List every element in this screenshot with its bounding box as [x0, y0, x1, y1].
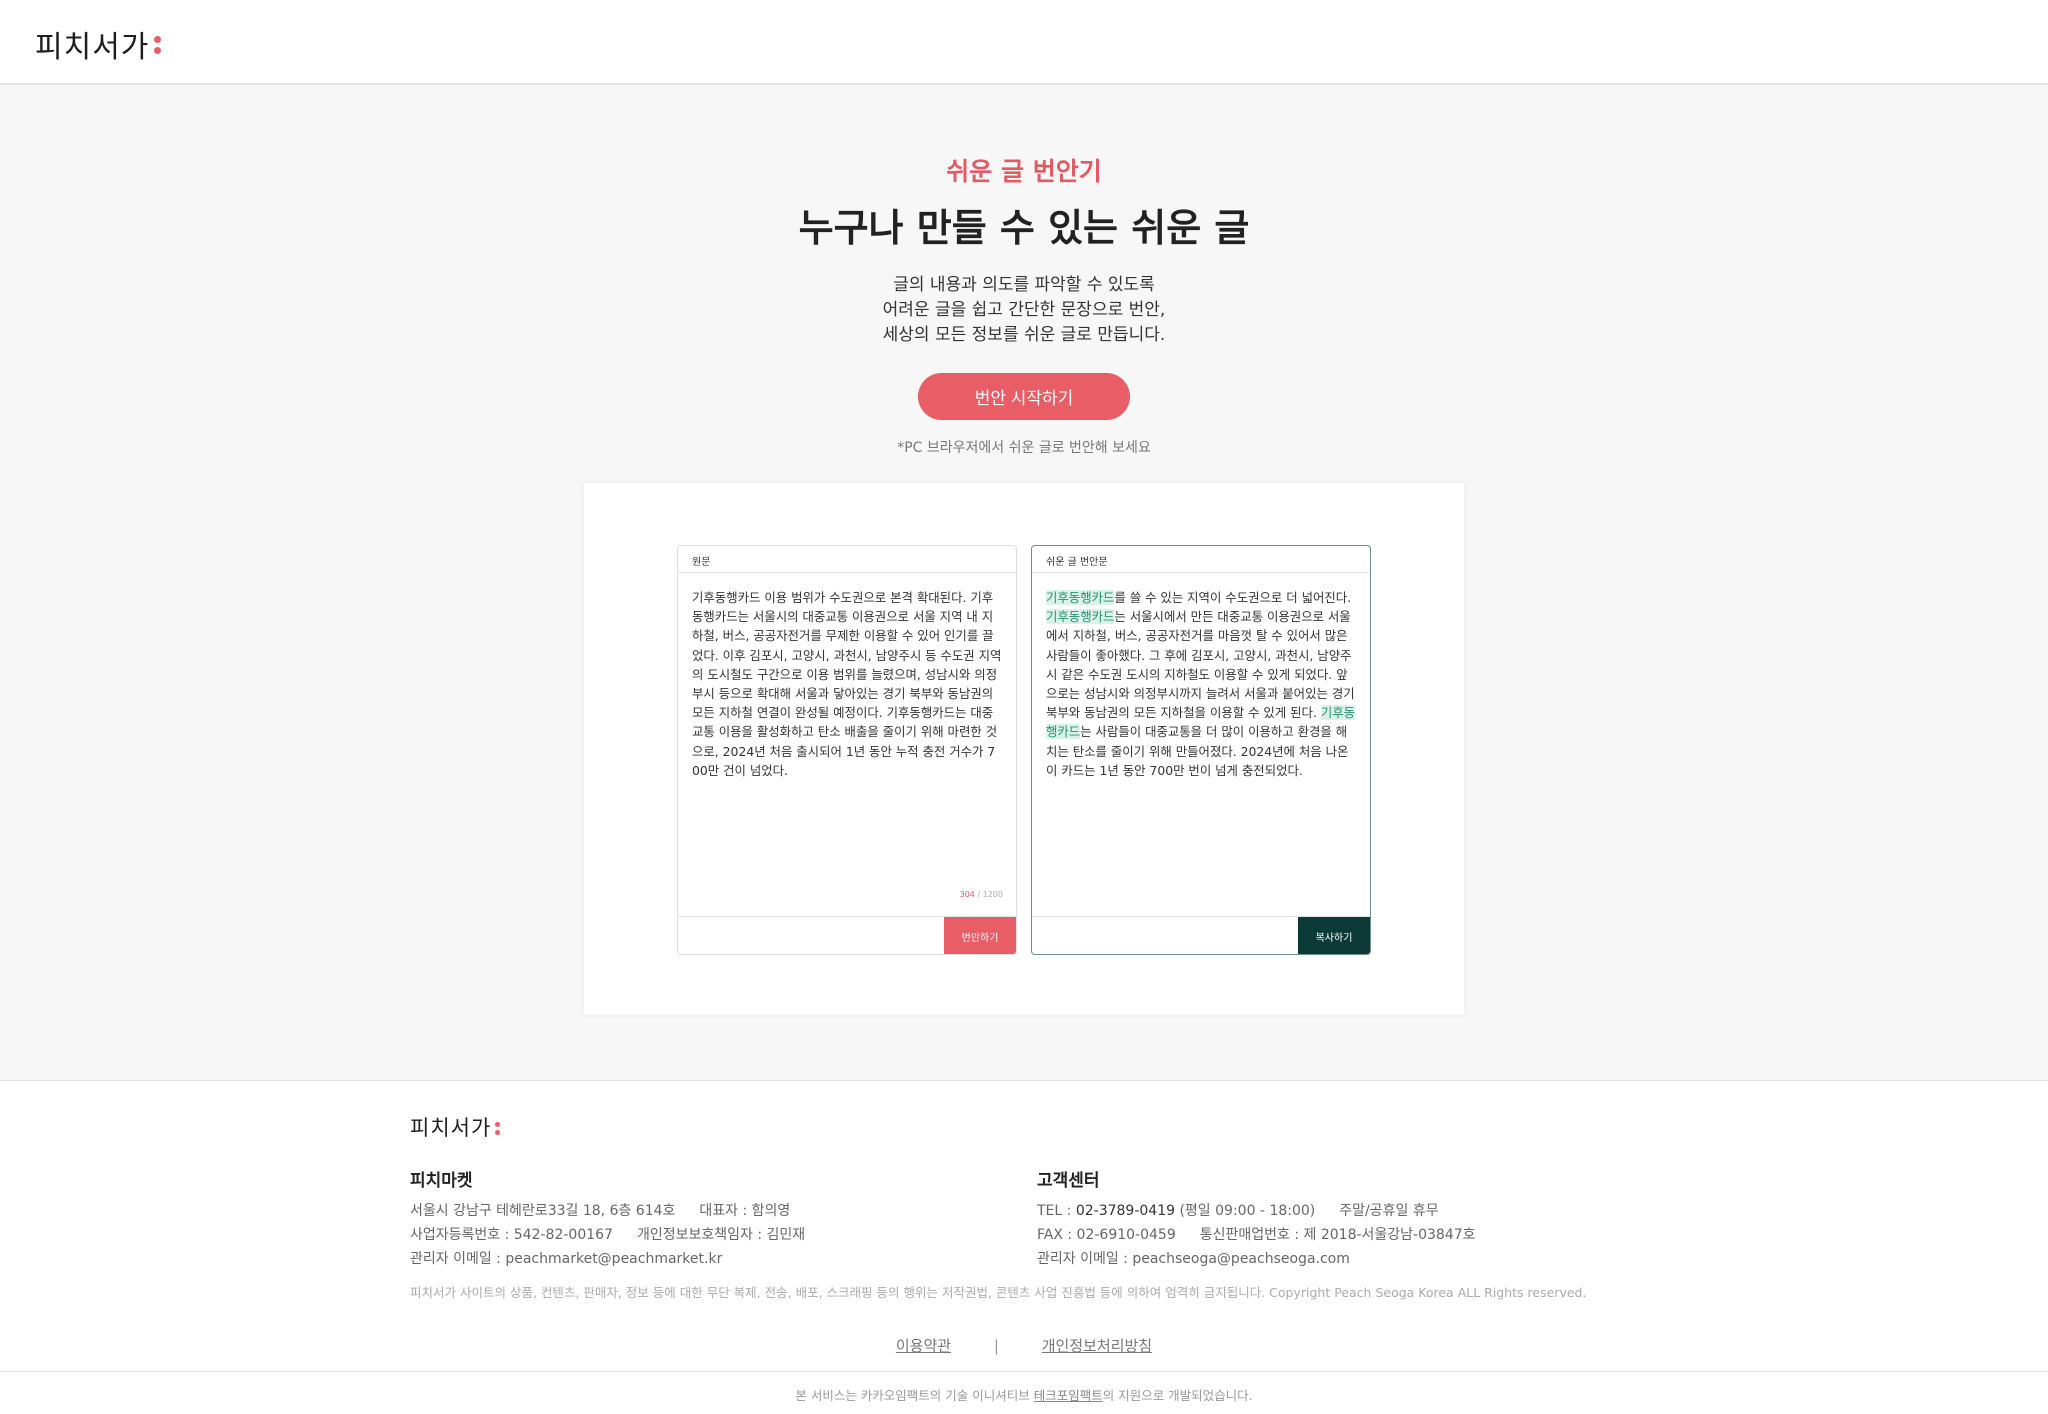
tech-for-impact-link[interactable]: 테크포임팩트 [1034, 1388, 1103, 1403]
logo-dots-icon [495, 1121, 501, 1135]
company-email: 관리자 이메일 : peachmarket@peachmarket.kr [410, 1251, 723, 1267]
hero-desc-line: 어려운 글을 쉽고 간단한 문장으로 번안, [882, 300, 1166, 320]
business-number: 사업자등록번호 : 542-82-00167 [410, 1227, 613, 1243]
site-header: 피치서가 [0, 0, 2048, 85]
company-ceo: 대표자 : 함의영 [699, 1203, 791, 1219]
hero-description: 글의 내용과 의도를 파악할 수 있도록 어려운 글을 쉽고 간단한 문장으로 … [0, 273, 2048, 348]
hero-desc-line: 세상의 모든 정보를 쉬운 글로 만듭니다. [882, 325, 1166, 345]
company-biz-line: 사업자등록번호 : 542-82-00167 개인정보보호책임자 : 김민재 [410, 1223, 805, 1247]
sponsor-text-after: 의 지원으로 개발되었습니다. [1102, 1388, 1253, 1403]
easy-text-segment: 는 사람들이 대중교통을 더 많이 이용하고 환경을 해치는 탄소를 줄이기 위… [1046, 724, 1349, 778]
privacy-policy-link[interactable]: 개인정보처리방침 [1042, 1337, 1152, 1355]
fax-number: FAX : 02-6910-0459 [1037, 1227, 1176, 1243]
company-info: 피치마켓 서울시 강남구 테헤란로33길 18, 6층 614호 대표자 : 함의… [410, 1166, 805, 1271]
source-text-panel: 원문 기후동행카드 이용 범위가 수도권으로 본격 확대된다. 기후동행카드는 … [677, 545, 1017, 955]
customer-center: 고객센터 TEL : 02-3789-0419 (평일 09:00 - 18:0… [1037, 1166, 1476, 1271]
site-footer: 피치서가 피치마켓 서울시 강남구 테헤란로33길 18, 6층 614호 대표자… [0, 1080, 2048, 1414]
terms-link[interactable]: 이용약관 [896, 1337, 951, 1355]
easy-text-output: 기후동행카드를 쓸 수 있는 지역이 수도권으로 더 넓어진다. 기후동행카드는… [1032, 573, 1370, 780]
sponsor-note: 본 서비스는 카카오임팩트의 기술 이니셔티브 테크포임팩트의 지원으로 개발되… [0, 1371, 2048, 1414]
sponsor-text-before: 본 서비스는 카카오임팩트의 기술 이니셔티브 [795, 1388, 1034, 1403]
support-fax-line: FAX : 02-6910-0459 통신판매업번호 : 제 2018-서울강남-… [1037, 1223, 1476, 1247]
logo-dots-icon [154, 36, 162, 54]
support-email: 관리자 이메일 : peachseoga@peachseoga.com [1037, 1251, 1350, 1267]
link-separator: | [993, 1337, 999, 1355]
footer-logo[interactable]: 피치서가 [410, 1112, 501, 1142]
company-address-line: 서울시 강남구 테헤란로33길 18, 6층 614호 대표자 : 함의영 [410, 1199, 805, 1223]
privacy-officer: 개인정보보호책임자 : 김민재 [636, 1227, 806, 1243]
logo-text: 피치서가 [35, 30, 150, 65]
character-counter: 304 / 1200 [960, 890, 1003, 899]
char-count-current: 304 [959, 890, 975, 899]
support-hours: (평일 09:00 - 18:00) [1179, 1203, 1316, 1219]
easy-text-segment: 를 쓸 수 있는 지역이 수도권으로 더 넓어진다. [1114, 590, 1352, 605]
source-panel-label: 원문 [678, 546, 1016, 573]
source-panel-footer: 번안하기 [678, 916, 1016, 954]
pc-browser-note: *PC 브라우저에서 쉬운 글로 번안해 보세요 [897, 440, 1151, 456]
hero-desc-line: 글의 내용과 의도를 파악할 수 있도록 [893, 275, 1155, 295]
footer-logo-text: 피치서가 [410, 1116, 492, 1140]
hero-title: 누구나 만들 수 있는 쉬운 글 [798, 206, 1250, 250]
footer-links: 이용약관 | 개인정보처리방침 [0, 1335, 2048, 1356]
easy-panel-label: 쉬운 글 번안문 [1032, 546, 1370, 573]
demo-card: 원문 기후동행카드 이용 범위가 수도권으로 본격 확대된다. 기후동행카드는 … [584, 483, 1464, 1015]
tel-label: TEL : [1037, 1203, 1076, 1219]
hero-subtitle: 쉬운 글 번안기 [946, 157, 1102, 186]
source-text-area[interactable]: 기후동행카드 이용 범위가 수도권으로 본격 확대된다. 기후동행카드는 서울시… [678, 573, 1016, 780]
holiday-note: 주말/공휴일 휴무 [1339, 1203, 1439, 1219]
easy-panel-footer: 복사하기 [1032, 916, 1370, 954]
mail-order-number: 통신판매업번호 : 제 2018-서울강남-03847호 [1199, 1227, 1476, 1243]
customer-center-title: 고객센터 [1037, 1171, 1100, 1191]
company-address: 서울시 강남구 테헤란로33길 18, 6층 614호 [410, 1203, 676, 1219]
start-translation-button[interactable]: 번안 시작하기 [918, 373, 1130, 420]
copy-button[interactable]: 복사하기 [1298, 917, 1370, 954]
copyright-notice: 피치서가 사이트의 상품, 컨텐츠, 판매자, 정보 등에 대한 무단 복제, … [410, 1285, 1587, 1300]
support-tel-line: TEL : 02-3789-0419 (평일 09:00 - 18:00) 주말/… [1037, 1199, 1476, 1223]
easy-text-panel: 쉬운 글 번안문 기후동행카드를 쓸 수 있는 지역이 수도권으로 더 넓어진다… [1031, 545, 1371, 955]
tel-number[interactable]: 02-3789-0419 [1076, 1203, 1175, 1219]
easy-text-segment: 는 서울시에서 만든 대중교통 이용권으로 서울에서 지하철, 버스, 공공자전… [1046, 609, 1355, 721]
company-name: 피치마켓 [410, 1171, 473, 1191]
site-logo[interactable]: 피치서가 [35, 22, 162, 66]
translate-button[interactable]: 번안하기 [944, 917, 1016, 954]
char-count-max: / 1200 [977, 890, 1003, 899]
highlighted-term: 기후동행카드 [1046, 609, 1115, 625]
highlighted-term: 기후동행카드 [1046, 590, 1115, 605]
